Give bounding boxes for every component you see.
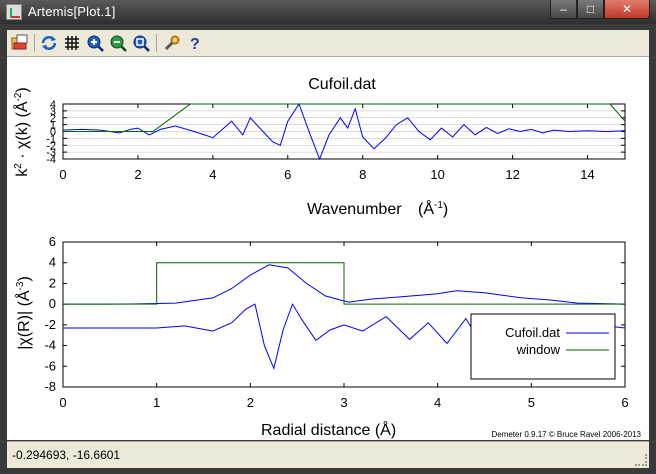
x-tick-label: 6 xyxy=(621,395,628,410)
x-tick-label: 8 xyxy=(359,167,366,182)
x-tick-label: 2 xyxy=(247,395,254,410)
x-tick-label: 2 xyxy=(134,167,141,182)
chart-title: Cufoil.dat xyxy=(308,76,376,93)
credit-text: Demeter 0.9.17 © Bruce Ravel 2006-2013 xyxy=(491,430,641,439)
refresh-icon[interactable] xyxy=(39,33,59,53)
cursor-coordinates: -0.294693, -16.6601 xyxy=(12,448,121,462)
plot-area[interactable]: Cufoil.dat 0 2 4 6 8 10 12 14 -4 -3 -2 -1 0 1 2 3 4 Wave… xyxy=(7,57,649,440)
x-tick-label: 0 xyxy=(59,167,66,182)
settings-icon[interactable] xyxy=(162,33,182,53)
caption-buttons: – □ ✕ xyxy=(550,0,650,20)
top-chart-ticks: 0 2 4 6 8 10 12 14-4-3-2-101234 xyxy=(46,99,625,182)
maximize-button[interactable]: □ xyxy=(577,0,604,19)
x-tick-label: 14 xyxy=(580,167,594,182)
minimize-button[interactable]: – xyxy=(550,0,577,19)
x-tick-label: 4 xyxy=(434,395,441,410)
x-tick-label: 10 xyxy=(430,167,444,182)
bottom-y-label: |χ(R)| (Å-3) xyxy=(14,276,33,350)
artemis-window: Artemis[Plot.1] – □ ✕ ? Cufoil.dat 0 2 4… xyxy=(0,0,656,474)
y-tick-label: 2 xyxy=(49,275,56,290)
x-tick-label: 0 xyxy=(59,395,66,410)
plot-canvas[interactable]: Cufoil.dat 0 2 4 6 8 10 12 14-4-3-2-101234 Wave… xyxy=(7,57,649,440)
zoom-in-icon[interactable] xyxy=(85,33,105,53)
zoom-out-icon[interactable] xyxy=(108,33,128,53)
window-title: Artemis[Plot.1] xyxy=(28,4,116,19)
x-tick-label: 12 xyxy=(505,167,519,182)
top-x-label: Wavenumber (Å-1) xyxy=(307,199,448,218)
close-button[interactable]: ✕ xyxy=(604,0,650,19)
legend-label-data: Cufoil.dat xyxy=(505,325,560,340)
y-tick-label: 4 xyxy=(50,99,56,111)
x-tick-label: 1 xyxy=(153,395,160,410)
bottom-x-label: Radial distance (Å) xyxy=(261,420,396,439)
app-icon xyxy=(6,4,22,20)
x-tick-label: 5 xyxy=(528,395,535,410)
zoom-reset-icon[interactable] xyxy=(131,33,151,53)
svg-text:?: ? xyxy=(190,36,200,52)
series-window xyxy=(63,262,625,305)
y-tick-label: -8 xyxy=(44,379,56,394)
status-bar: -0.294693, -16.6601 xyxy=(7,441,649,468)
y-tick-label: -2 xyxy=(44,317,56,332)
x-tick-label: 3 xyxy=(340,395,347,410)
grid-icon[interactable] xyxy=(62,33,82,53)
y-tick-label: -4 xyxy=(44,338,56,353)
legend: Cufoil.dat window xyxy=(470,313,616,380)
toolbar: ? xyxy=(7,30,649,57)
resize-grip[interactable] xyxy=(635,454,647,466)
y-tick-label: -6 xyxy=(44,358,56,373)
y-tick-label: 6 xyxy=(49,234,56,249)
top-y-label: k2 · χ(k) (Å-2) xyxy=(12,87,31,177)
y-tick-label: 4 xyxy=(49,255,56,270)
legend-label-window: window xyxy=(516,342,561,357)
x-tick-label: 4 xyxy=(209,167,216,182)
open-icon[interactable] xyxy=(10,33,30,53)
toolbar-separator xyxy=(34,34,35,52)
help-icon[interactable]: ? xyxy=(185,33,205,53)
y-tick-label: 0 xyxy=(49,296,56,311)
x-tick-label: 6 xyxy=(284,167,291,182)
toolbar-separator xyxy=(156,34,157,52)
title-bar[interactable]: Artemis[Plot.1] – □ ✕ xyxy=(0,0,656,24)
